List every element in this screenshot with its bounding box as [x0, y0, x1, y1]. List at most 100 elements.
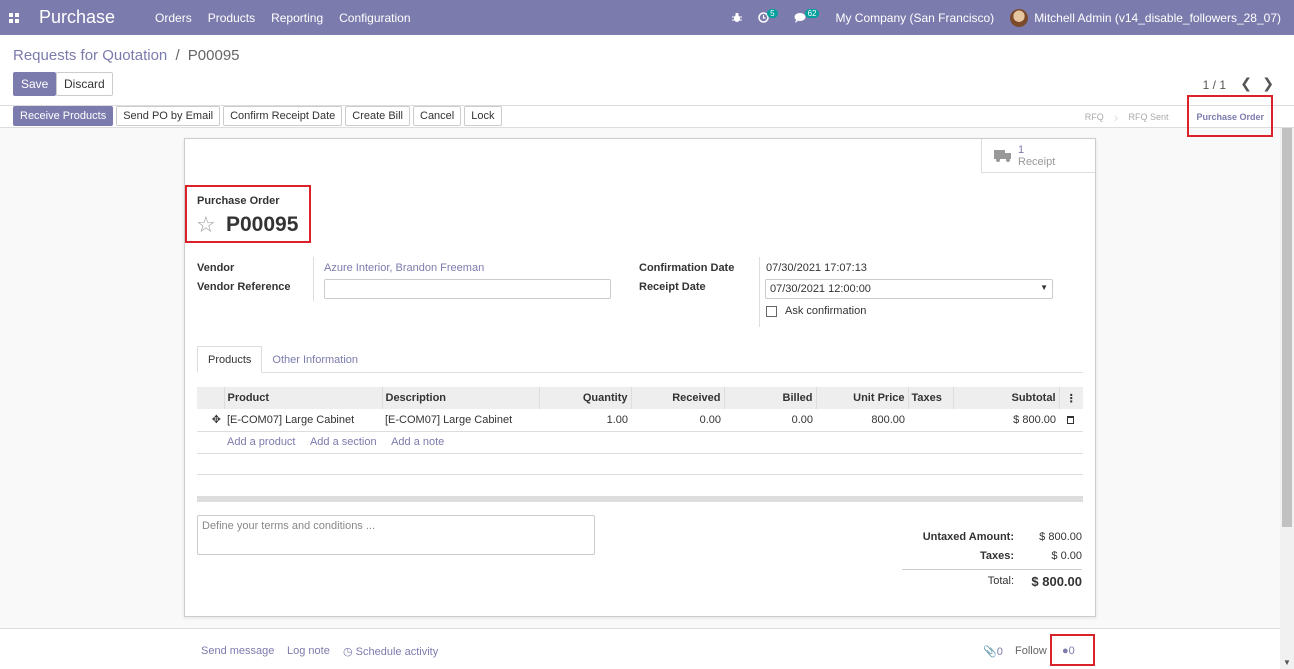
vendor-reference-input[interactable]: [324, 279, 611, 299]
schedule-activity-button[interactable]: ◷ Schedule activity: [343, 645, 438, 658]
save-button[interactable]: Save: [13, 72, 57, 96]
column-taxes[interactable]: Taxes: [907, 387, 953, 409]
receipt-count: 1: [1018, 143, 1025, 156]
field-divider: [313, 257, 314, 301]
line-delete[interactable]: [1059, 409, 1083, 432]
line-quantity[interactable]: 1.00: [539, 409, 631, 432]
add-section-link[interactable]: Add a section: [310, 436, 377, 448]
top-navbar: Purchase Orders Products Reporting Confi…: [0, 0, 1294, 35]
column-billed[interactable]: Billed: [723, 387, 816, 409]
send-po-email-button[interactable]: Send PO by Email: [116, 106, 221, 126]
pager-previous-icon[interactable]: ❮: [1240, 75, 1252, 92]
totals-summary: Untaxed Amount: $ 800.00 Taxes: $ 0.00 T…: [902, 527, 1082, 592]
app-title[interactable]: Purchase: [39, 7, 115, 28]
apps-grid-icon[interactable]: [0, 0, 28, 35]
receipt-smart-button[interactable]: 1 Receipt: [981, 139, 1095, 173]
vertical-scrollbar[interactable]: ▼: [1280, 128, 1294, 669]
receipt-stat: 1 Receipt: [1018, 144, 1055, 168]
vendor-field[interactable]: Azure Interior, Brandon Freeman: [324, 262, 484, 274]
table-row[interactable]: ✥ [E-COM07] Large Cabinet [E-COM07] Larg…: [197, 409, 1083, 432]
line-taxes[interactable]: [908, 409, 953, 432]
receipt-date-value: 07/30/2021 12:00:00: [770, 283, 871, 295]
caret-down-icon: ▼: [1040, 283, 1048, 292]
trash-icon[interactable]: [1067, 415, 1074, 424]
taxes-label: Taxes:: [979, 549, 1014, 562]
clock-icon: ◷: [343, 646, 353, 658]
pager-value[interactable]: 1 / 1: [1203, 78, 1226, 92]
ask-confirmation-label: Ask confirmation: [785, 305, 867, 317]
tab-products[interactable]: Products: [197, 346, 263, 373]
truck-icon: [994, 149, 1012, 162]
vendor-label: Vendor: [197, 262, 235, 274]
pager-next-icon[interactable]: ❯: [1262, 75, 1274, 92]
attachments-count: 0: [996, 646, 1003, 658]
line-unit-price[interactable]: 800.00: [816, 409, 908, 432]
line-subtotal: $ 800.00: [953, 409, 1059, 432]
breadcrumb-parent[interactable]: Requests for Quotation: [13, 47, 167, 64]
send-message-button[interactable]: Send message: [201, 645, 274, 657]
company-switcher[interactable]: My Company (San Francisco): [835, 11, 994, 25]
line-description[interactable]: [E-COM07] Large Cabinet: [382, 409, 539, 432]
add-note-link[interactable]: Add a note: [391, 436, 444, 448]
empty-row: [197, 453, 1083, 475]
discard-button[interactable]: Discard: [56, 72, 113, 96]
follow-button[interactable]: Follow: [1015, 645, 1047, 657]
confirmation-date-value: 07/30/2021 17:07:13: [766, 262, 867, 274]
lock-button[interactable]: Lock: [464, 106, 502, 126]
attachments-button[interactable]: 📎0: [983, 645, 1003, 658]
stage-rfq[interactable]: RFQ: [1075, 112, 1114, 122]
column-quantity[interactable]: Quantity: [538, 387, 631, 409]
highlight-followers: [1050, 634, 1095, 666]
total-value: $ 800.00: [1031, 573, 1082, 589]
avatar: [1010, 8, 1029, 27]
breadcrumb-separator: /: [175, 47, 180, 64]
receive-products-button[interactable]: Receive Products: [13, 106, 114, 126]
field-divider-right: [759, 257, 760, 327]
log-note-button[interactable]: Log note: [287, 645, 330, 657]
form-sheet: 1 Receipt Purchase Order ☆ P00095 Vendor…: [184, 138, 1096, 617]
vendor-reference-label: Vendor Reference: [197, 281, 291, 293]
terms-conditions-textarea[interactable]: Define your terms and conditions ...: [197, 515, 595, 555]
user-menu[interactable]: Mitchell Admin (v14_disable_followers_28…: [1010, 8, 1281, 27]
add-product-link[interactable]: Add a product: [227, 436, 296, 448]
total-row: Total: $ 800.00: [902, 570, 1082, 592]
drag-handle-icon[interactable]: ✥: [197, 409, 224, 432]
taxes-value: $ 0.00: [1051, 549, 1082, 562]
column-received[interactable]: Received: [630, 387, 724, 409]
untaxed-label: Untaxed Amount:: [922, 530, 1014, 543]
column-unit-price[interactable]: Unit Price: [815, 387, 908, 409]
highlight-order-title: [185, 185, 311, 243]
column-subtotal[interactable]: Subtotal: [952, 387, 1059, 409]
menu-configuration[interactable]: Configuration: [339, 11, 410, 25]
menu-orders[interactable]: Orders: [155, 11, 192, 25]
menu-products[interactable]: Products: [208, 11, 255, 25]
column-description[interactable]: Description: [381, 387, 539, 409]
create-bill-button[interactable]: Create Bill: [345, 106, 410, 126]
status-bar: Receive Products Send PO by Email Confir…: [0, 105, 1294, 128]
optional-columns-icon[interactable]: ⋮: [1058, 387, 1083, 409]
messages-count-badge: 62: [804, 9, 820, 18]
bug-icon[interactable]: [732, 12, 743, 23]
menu-reporting[interactable]: Reporting: [271, 11, 323, 25]
notebook-tabs: Products Other Information: [197, 346, 1083, 373]
activity-menu[interactable]: 5: [758, 9, 778, 23]
line-product[interactable]: [E-COM07] Large Cabinet: [224, 409, 382, 432]
scroll-down-icon[interactable]: ▼: [1283, 658, 1291, 667]
column-product[interactable]: Product: [223, 387, 382, 409]
ask-confirmation-checkbox[interactable]: [766, 306, 777, 317]
tab-other-information[interactable]: Other Information: [262, 346, 368, 373]
receipt-date-input[interactable]: 07/30/2021 12:00:00 ▼: [765, 279, 1053, 299]
line-billed: 0.00: [724, 409, 816, 432]
untaxed-value: $ 800.00: [1039, 530, 1082, 543]
control-panel: Requests for Quotation / P00095 Save Dis…: [0, 35, 1294, 105]
messages-menu[interactable]: 62: [794, 9, 820, 23]
stage-rfq-sent[interactable]: RFQ Sent: [1118, 112, 1178, 122]
cancel-button[interactable]: Cancel: [413, 106, 462, 126]
main-menu: Orders Products Reporting Configuration: [155, 11, 410, 25]
confirm-receipt-date-button[interactable]: Confirm Receipt Date: [223, 106, 343, 126]
user-name: Mitchell Admin (v14_disable_followers_28…: [1034, 10, 1281, 25]
line-received[interactable]: 0.00: [631, 409, 724, 432]
systray: 5 62 My Company (San Francisco) Mitchell…: [732, 0, 1294, 35]
scrollbar-thumb[interactable]: [1282, 128, 1292, 527]
order-lines-table: Product Description Quantity Received Bi…: [197, 387, 1083, 475]
